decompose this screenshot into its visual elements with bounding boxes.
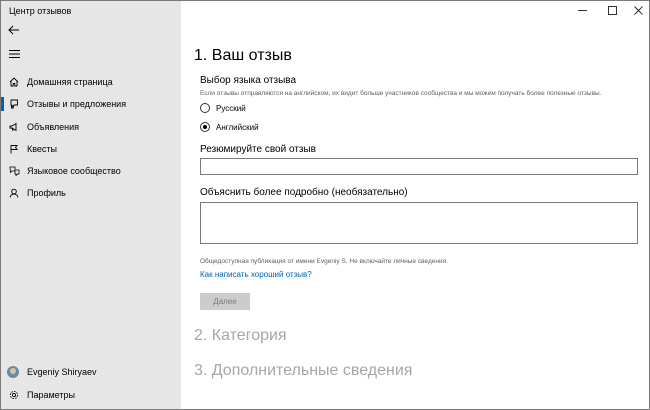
account-button[interactable]: Evgeniy Shiryaev (1, 361, 181, 383)
language-icon (1, 166, 27, 176)
back-button[interactable] (4, 21, 24, 39)
public-note: Общедоступная публикация от имени Evgeni… (200, 258, 448, 265)
sidebar-item-settings[interactable]: Параметры (1, 384, 181, 406)
menu-button[interactable] (4, 45, 24, 63)
radio-circle (200, 122, 210, 132)
radio-label: Английский (216, 122, 259, 132)
sidebar-item-home[interactable]: Домашняя страница (1, 71, 181, 93)
radio-label: Русский (216, 103, 246, 113)
avatar (7, 366, 19, 378)
sidebar: Центр отзывов Домашняя страница Отзывы и… (1, 1, 181, 409)
details-textarea[interactable] (200, 202, 638, 244)
user-name: Evgeniy Shiryaev (27, 367, 97, 377)
sidebar-item-profile[interactable]: Профиль (1, 182, 181, 204)
sidebar-item-label: Профиль (27, 188, 66, 198)
hamburger-icon (8, 50, 20, 58)
radio-russian[interactable]: Русский (200, 101, 246, 115)
sidebar-item-label: Языковое сообщество (27, 166, 121, 176)
feedback-icon (1, 99, 27, 109)
step3-title[interactable]: 3. Дополнительные сведения (194, 362, 412, 380)
sidebar-item-quests[interactable]: Квесты (1, 138, 181, 160)
details-label: Объяснить более подробно (необязательно) (200, 187, 408, 198)
sidebar-item-announcements[interactable]: Объявления (1, 116, 181, 138)
megaphone-icon (1, 122, 27, 132)
sidebar-item-feedback[interactable]: Отзывы и предложения (1, 93, 181, 115)
sidebar-item-label: Отзывы и предложения (27, 99, 127, 109)
step2-title[interactable]: 2. Категория (194, 327, 287, 345)
summary-label: Резюмируйте свой отзыв (200, 144, 316, 155)
language-section-title: Выбор языка отзыва (200, 75, 297, 86)
sidebar-item-language-community[interactable]: Языковое сообщество (1, 160, 181, 182)
help-link[interactable]: Как написать хороший отзыв? (200, 270, 312, 279)
home-icon (1, 77, 27, 87)
window-title: Центр отзывов (9, 6, 72, 16)
sidebar-item-label: Объявления (27, 122, 80, 132)
radio-circle (200, 103, 210, 113)
next-button[interactable]: Далее (200, 293, 250, 310)
sidebar-item-label: Параметры (27, 390, 75, 400)
main-content: 1. Ваш отзыв Выбор языка отзыва Если отз… (181, 1, 649, 409)
gear-icon (1, 390, 27, 400)
sidebar-item-label: Квесты (27, 144, 58, 154)
radio-english[interactable]: Английский (200, 120, 259, 134)
language-hint: Если отзывы отправляются на английском, … (200, 90, 602, 97)
quest-icon (1, 144, 27, 154)
sidebar-item-label: Домашняя страница (27, 77, 113, 87)
profile-icon (1, 188, 27, 198)
feedback-hub-window: Центр отзывов Домашняя страница Отзывы и… (0, 0, 650, 410)
summary-input[interactable] (200, 158, 638, 175)
back-arrow-icon (8, 25, 19, 35)
step1-title: 1. Ваш отзыв (194, 47, 292, 64)
